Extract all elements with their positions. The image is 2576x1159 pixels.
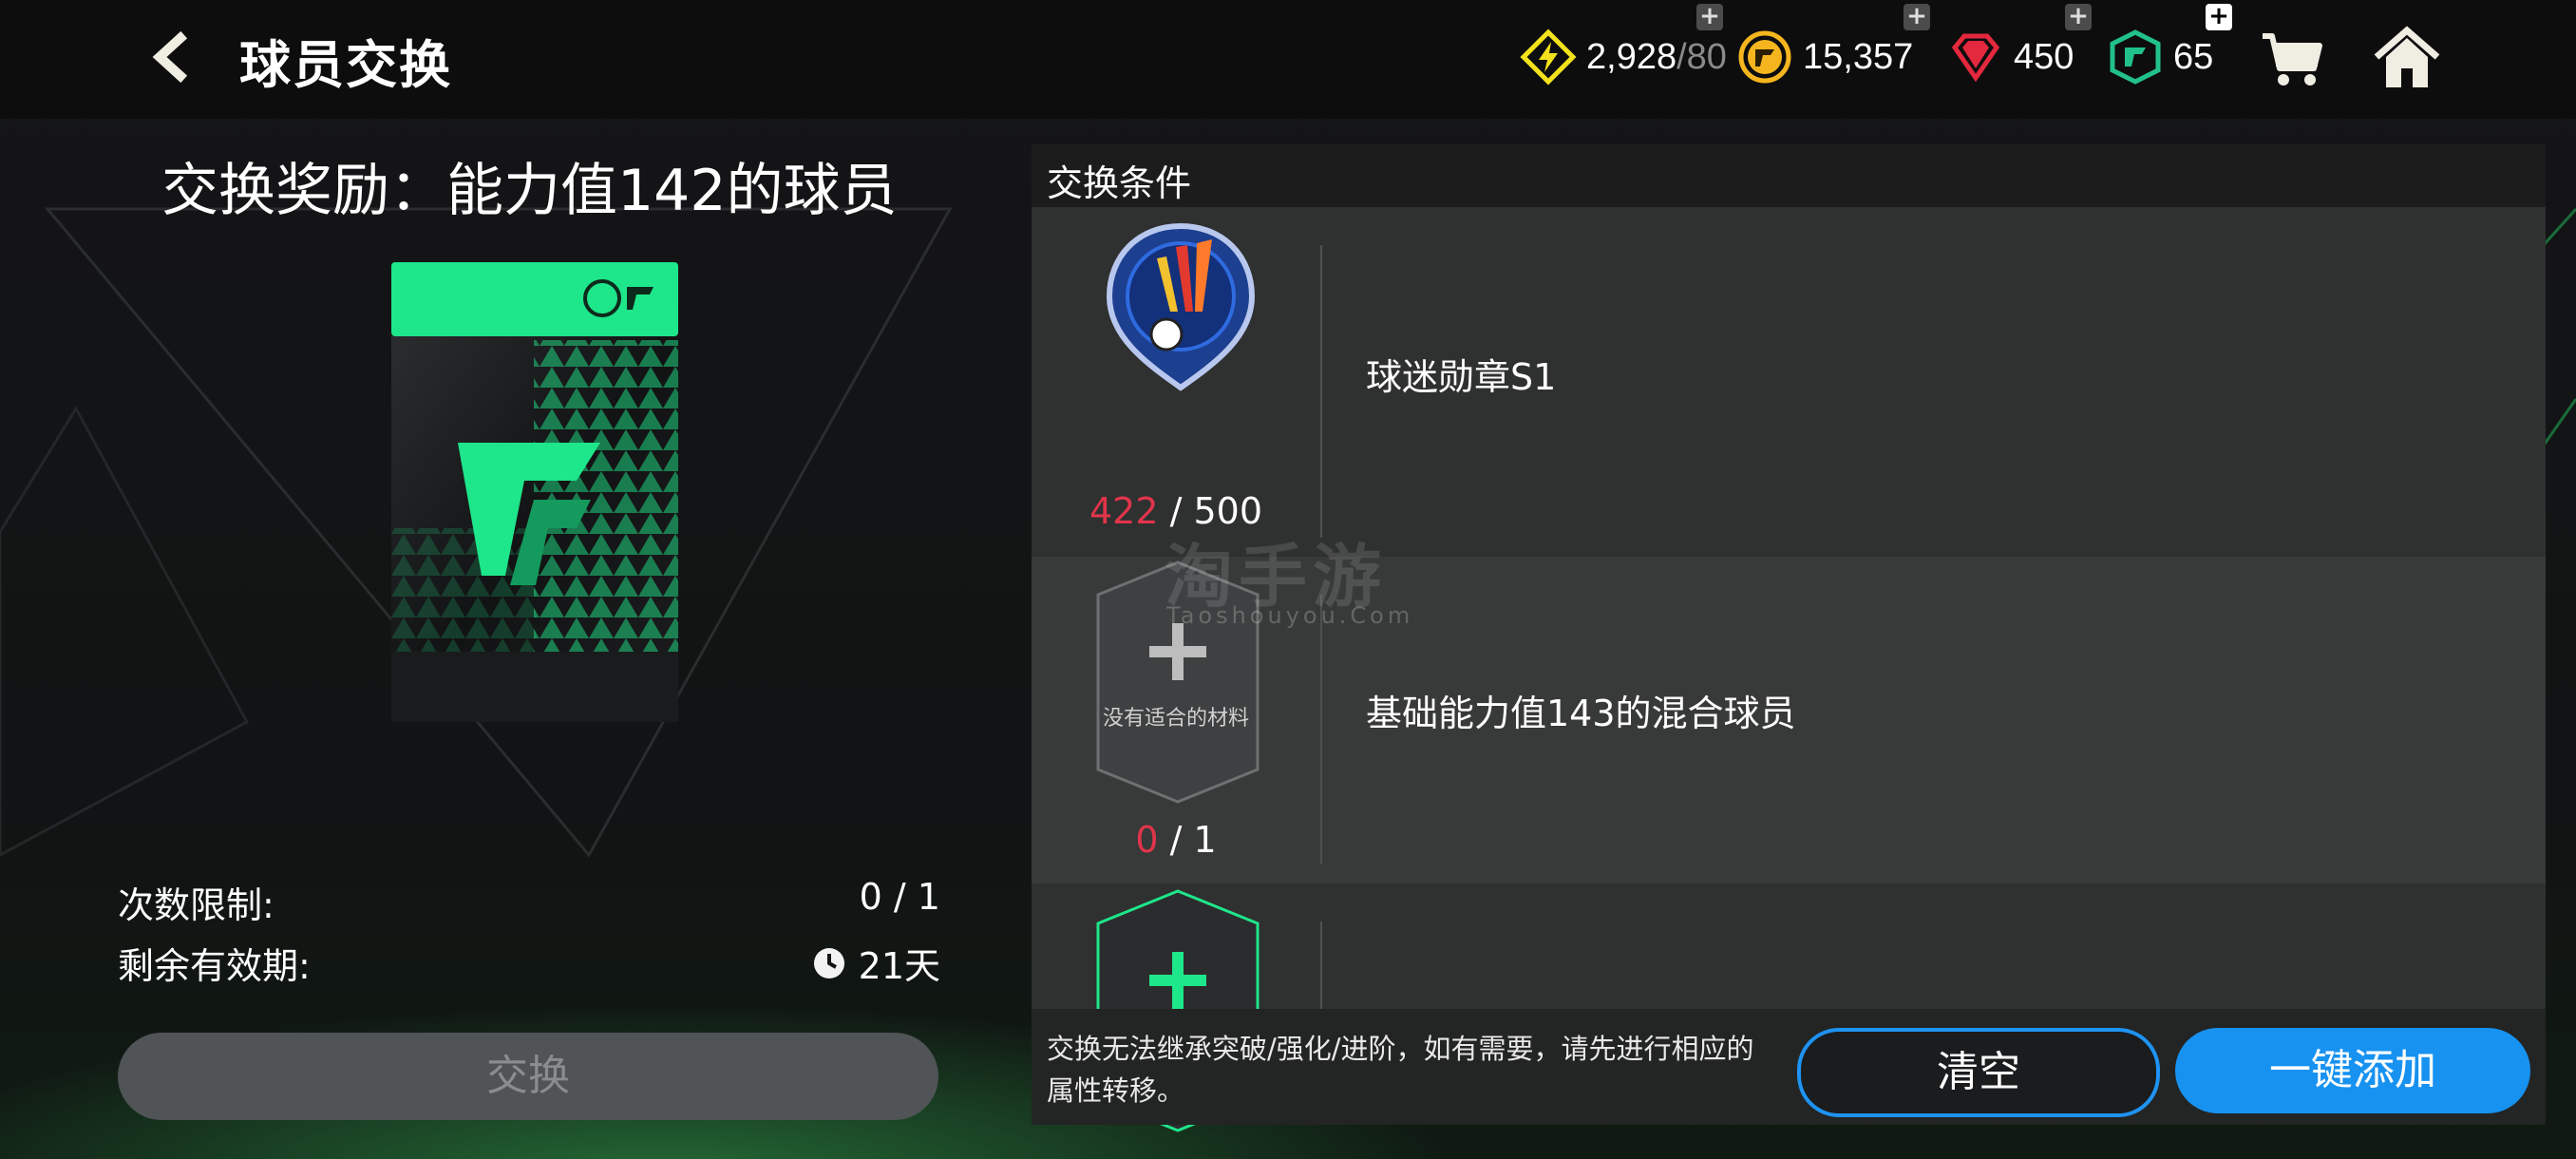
lightning-icon bbox=[1520, 28, 1577, 86]
coin-value: 15,357 bbox=[1803, 36, 1914, 77]
add-energy-button[interactable]: + bbox=[1696, 4, 1723, 30]
conditions-header: 交换条件 bbox=[1032, 144, 2546, 207]
clock-icon bbox=[813, 947, 844, 978]
currency-coin[interactable]: 15,357 bbox=[1736, 27, 1913, 87]
gem-icon bbox=[1951, 33, 2000, 83]
row-divider bbox=[1320, 595, 1322, 864]
token-value: 65 bbox=[2173, 36, 2214, 77]
count-separator: / bbox=[1158, 819, 1194, 861]
row-divider bbox=[1320, 245, 1322, 538]
clear-button[interactable]: 清空 bbox=[1797, 1028, 2160, 1117]
reward-title: 交换奖励：能力值142的球员 bbox=[161, 158, 898, 224]
home-icon[interactable] bbox=[2373, 25, 2441, 93]
add-coin-button[interactable]: + bbox=[1904, 4, 1930, 30]
condition-required: 1 bbox=[1193, 819, 1217, 861]
condition-name: 球迷勋章S1 bbox=[1366, 356, 1557, 398]
cart-icon[interactable] bbox=[2259, 25, 2327, 93]
player-pack-image bbox=[391, 262, 678, 722]
coin-icon bbox=[1738, 30, 1791, 84]
token-icon bbox=[2110, 29, 2161, 85]
energy-max: /80 bbox=[1676, 36, 1727, 77]
condition-current: 0 bbox=[1135, 819, 1159, 861]
limit-value: 0 / 1 bbox=[859, 876, 940, 918]
exchange-button[interactable]: 交换 bbox=[118, 1033, 938, 1120]
expiry-value: 21天 bbox=[858, 945, 940, 987]
limit-row: 次数限制: 0 / 1 bbox=[118, 876, 940, 927]
condition-name: 基础能力值143的混合球员 bbox=[1366, 693, 1796, 734]
page-title: 球员交换 bbox=[239, 35, 452, 95]
auto-add-button[interactable]: 一键添加 bbox=[2175, 1028, 2530, 1113]
fan-badge-medal-icon bbox=[1106, 222, 1256, 391]
inheritance-note: 交换无法继承突破/强化/进阶，如有需要，请先进行相应的属性转移。 bbox=[1047, 1033, 1754, 1107]
conditions-footer: 交换无法继承突破/强化/进阶，如有需要，请先进行相应的属性转移。 清空 一键添加 bbox=[1032, 1009, 2546, 1125]
limit-label: 次数限制: bbox=[118, 884, 275, 926]
currency-gem[interactable]: 450 bbox=[1947, 27, 2074, 87]
currency-energy[interactable]: 2,928/80 bbox=[1520, 27, 1727, 87]
energy-value: 2,928 bbox=[1586, 36, 1677, 77]
condition-count: 0 / 1 bbox=[1032, 819, 1320, 861]
back-arrow-icon[interactable] bbox=[142, 28, 199, 86]
conditions-title: 交换条件 bbox=[1047, 162, 1192, 204]
add-gem-button[interactable]: + bbox=[2065, 4, 2092, 30]
expiry-label: 剩余有效期: bbox=[118, 945, 311, 987]
watermark-url: Taoshouyou.Com bbox=[1166, 602, 1414, 629]
currency-token[interactable]: 65 bbox=[2107, 27, 2213, 87]
no-material-label: 没有适合的材料 bbox=[1102, 707, 1249, 731]
add-token-button[interactable]: + bbox=[2206, 4, 2232, 30]
condition-row-fan-badge[interactable]: 球迷勋章S1 422 / 500 bbox=[1032, 207, 2546, 557]
conditions-panel: 交换条件 球迷勋章S1 422 / 500 没有适合的材料 基础能力值143的混… bbox=[1032, 144, 2546, 1132]
condition-current: 422 bbox=[1089, 490, 1159, 532]
expiry-row: 剩余有效期: 21天 bbox=[118, 937, 940, 988]
gem-value: 450 bbox=[2014, 36, 2074, 77]
